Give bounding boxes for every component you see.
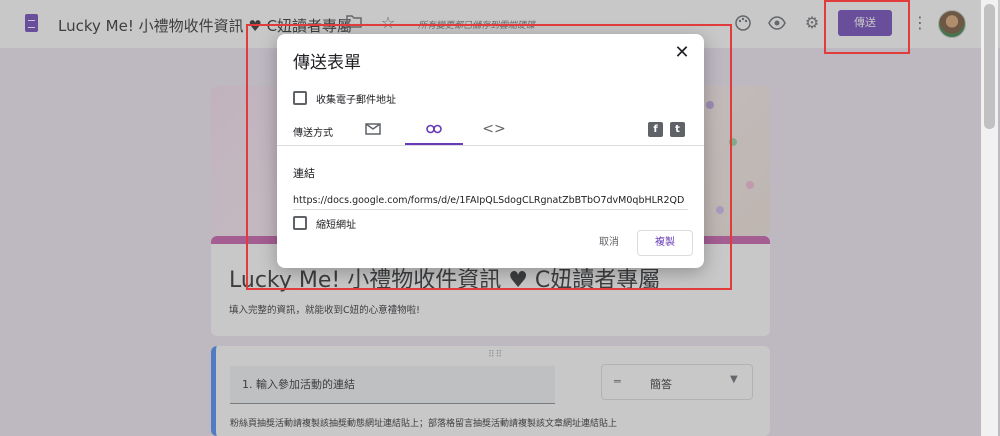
- highlight-send-button: [824, 0, 910, 54]
- scrollbar-thumb[interactable]: [984, 4, 995, 129]
- highlight-dialog: [246, 24, 732, 290]
